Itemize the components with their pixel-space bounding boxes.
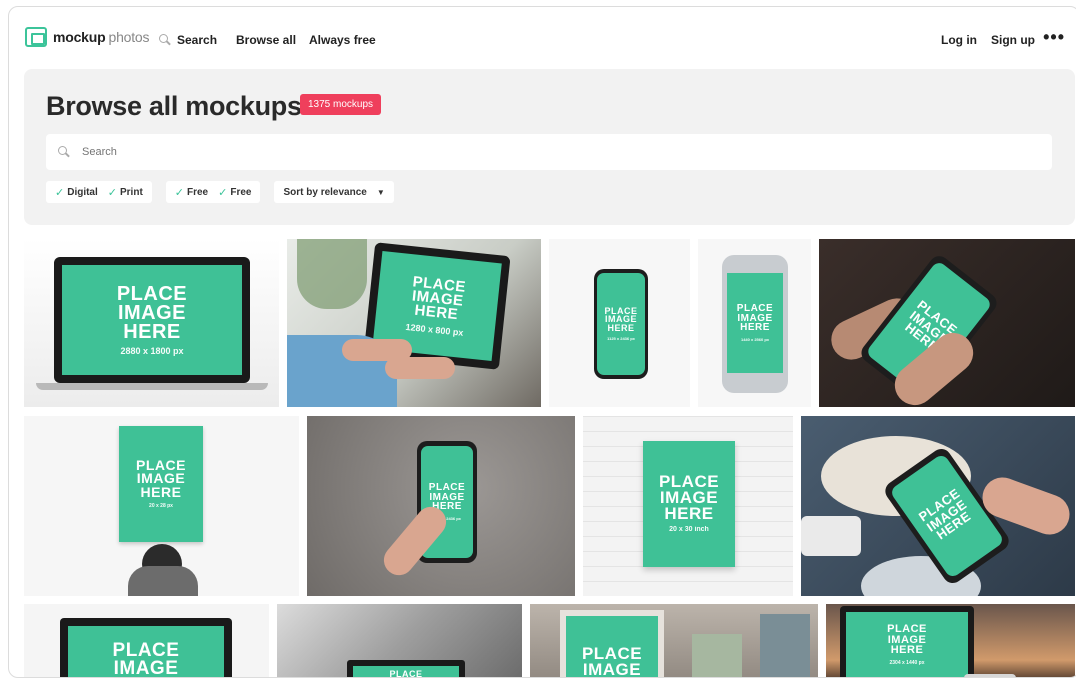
- more-menu-icon[interactable]: •••: [1043, 28, 1065, 46]
- top-nav: mockup photos Search Browse all Always f…: [9, 7, 1076, 69]
- person-body-image: [128, 566, 198, 596]
- logo-icon: [25, 27, 47, 47]
- placeholder-screen: PLACE IMAGE HERE 2304 x 1440 px: [846, 612, 968, 677]
- placeholder-screen: PLACE: [353, 666, 459, 678]
- placeholder-line: HERE: [740, 322, 770, 334]
- placeholder-line: IMAGE: [582, 660, 642, 678]
- filter-label: Free: [230, 186, 252, 198]
- placeholder-screen: PLACE IMAGE HERE 20 x 28 px: [119, 426, 203, 542]
- placeholder-line: PLACE: [116, 282, 188, 305]
- search-input[interactable]: [82, 146, 982, 158]
- nav-browse-all[interactable]: Browse all: [236, 33, 296, 47]
- sort-select[interactable]: Sort by relevance ▼: [274, 181, 394, 203]
- placeholder-dimension: 20 x 28 px: [149, 503, 173, 510]
- mockup-tile-billboard[interactable]: PLACE IMAGE: [530, 604, 818, 678]
- window-image: [760, 614, 810, 677]
- hand-image: [385, 357, 455, 379]
- placeholder-screen: PLACE IMAGE HERE 1440 x 2560 px: [727, 273, 783, 373]
- mockup-tile-laptop[interactable]: PLACE IMAGE HERE 2880 x 1800 px: [24, 239, 279, 407]
- placeholder-line: PLACE: [389, 669, 423, 678]
- placeholder-screen: PLACE IMAGE HERE 2880 x 1800 px: [62, 265, 242, 375]
- placeholder-line: HERE: [890, 644, 924, 657]
- caret-down-icon: ▼: [376, 187, 385, 197]
- mockup-tile-phone-hands[interactable]: PLACE IMAGE HERE: [819, 239, 1075, 407]
- placeholder-screen: PLACE IMAGE: [566, 616, 658, 678]
- mockup-tile-poster-held[interactable]: PLACE IMAGE HERE 20 x 28 px: [24, 416, 299, 596]
- placeholder-dimension: 1125 x 2436 px: [607, 336, 635, 342]
- nav-search-link[interactable]: Search: [159, 33, 217, 47]
- sort-label: Sort by relevance: [283, 186, 367, 198]
- filter-label: Print: [120, 186, 143, 198]
- placeholder-line: IMAGE: [117, 301, 187, 324]
- placeholder-screen: PLACE IMAGE HERE: [68, 626, 224, 677]
- plant-image: [297, 239, 367, 309]
- log-in-link[interactable]: Log in: [941, 33, 977, 47]
- laptop-base: [36, 383, 268, 390]
- search-icon: [58, 146, 70, 158]
- filter-bar: ✓ Digital ✓ Print ✓ Free ✓ Free Sort by rele…: [46, 181, 394, 203]
- filter-digital[interactable]: ✓ Digital: [50, 186, 103, 199]
- browse-panel: Browse all mockups 1375 mockups ✓Digital…: [24, 69, 1075, 225]
- filter-free-2[interactable]: ✓ Free: [213, 186, 256, 199]
- placeholder-dimension: 20 x 30 inch: [669, 526, 709, 534]
- count-badge: 1375 mockups: [300, 94, 382, 115]
- placeholder-line: HERE: [123, 320, 181, 343]
- placeholder-dimension: 1440 x 2560 px: [740, 336, 770, 342]
- second-phone-image: [801, 516, 861, 556]
- window-image: [692, 634, 742, 677]
- mockup-tile-phone-gray[interactable]: PLACE IMAGE HERE 1125 x 2436 px: [307, 416, 575, 596]
- nav-always-free[interactable]: Always free: [309, 33, 376, 47]
- placeholder-dimension: 2880 x 1800 px: [120, 345, 184, 356]
- check-icon: ✓: [107, 186, 117, 199]
- mockup-tile-iphone[interactable]: PLACE IMAGE HERE 1125 x 2436 px: [549, 239, 690, 407]
- check-icon: ✓: [218, 186, 228, 199]
- filter-print[interactable]: ✓ Print: [103, 186, 148, 199]
- mockup-tile-desk-monitor[interactable]: PLACE: [277, 604, 522, 678]
- placeholder-line: HERE: [140, 483, 182, 500]
- mockup-tile-poster-brick[interactable]: PLACE IMAGE HERE 20 x 30 inch: [583, 416, 793, 596]
- sign-up-link[interactable]: Sign up: [991, 33, 1035, 47]
- mockup-tile-laptop-sunset[interactable]: PLACE IMAGE HERE 2304 x 1440 px: [826, 604, 1075, 677]
- mockup-tile-phone-coffee[interactable]: PLACE IMAGE HERE: [801, 416, 1075, 596]
- device-image: [964, 674, 1016, 677]
- check-icon: ✓: [174, 186, 184, 199]
- search-box[interactable]: [46, 134, 1052, 170]
- logo[interactable]: mockup photos: [25, 27, 150, 47]
- placeholder-line: HERE: [607, 322, 635, 333]
- placeholder-line: HERE: [664, 504, 714, 524]
- logo-text-strong: mockup: [53, 29, 106, 45]
- filter-free-1[interactable]: ✓ Free: [170, 186, 213, 199]
- filter-label: Digital: [67, 186, 98, 198]
- logo-text-light: photos: [108, 29, 150, 45]
- placeholder-line: HERE: [413, 302, 459, 324]
- mockup-tile-monitor[interactable]: PLACE IMAGE HERE: [24, 604, 269, 677]
- filter-group-price: ✓ Free ✓ Free: [165, 181, 261, 203]
- placeholder-screen: PLACE IMAGE HERE 20 x 30 inch: [643, 441, 735, 567]
- placeholder-screen: PLACE IMAGE HERE 1125 x 2436 px: [597, 273, 645, 375]
- page-title: Browse all mockups: [46, 91, 302, 121]
- nav-search-label: Search: [177, 33, 218, 47]
- mockup-tile-laptop-typing[interactable]: PLACE IMAGE HERE 1280 x 800 px: [287, 239, 541, 407]
- placeholder-dimension: 2304 x 1440 px: [889, 659, 925, 666]
- search-icon: [159, 34, 171, 46]
- browser-frame: mockup photos Search Browse all Always f…: [8, 6, 1076, 678]
- mockup-tile-samsung[interactable]: PLACE IMAGE HERE 1440 x 2560 px: [698, 239, 811, 407]
- filter-label: Free: [187, 186, 209, 198]
- check-icon: ✓: [55, 186, 65, 199]
- placeholder-dimension: 1280 x 800 px: [405, 321, 464, 338]
- filter-group-type: ✓ Digital ✓ Print: [46, 181, 152, 203]
